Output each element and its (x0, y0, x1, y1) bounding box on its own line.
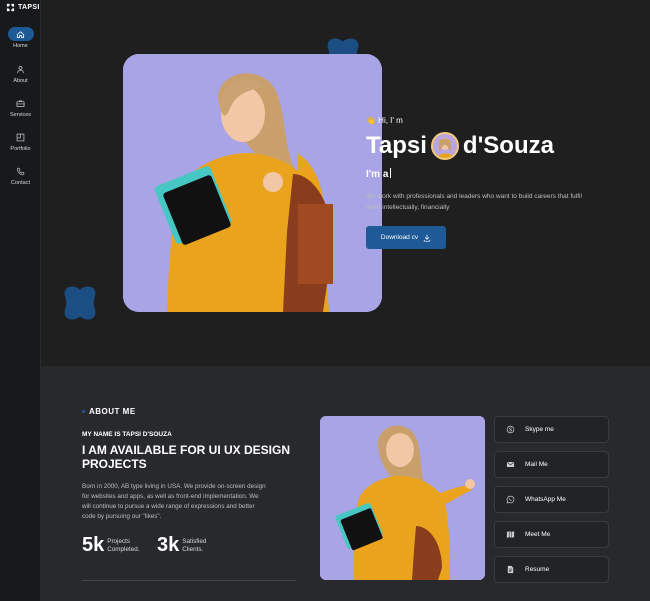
about-headline: I AM AVAILABLE FOR UI UX DESIGN PROJECTS (82, 443, 291, 471)
meet-label: Meet Me (525, 531, 551, 538)
logo-icon (6, 3, 15, 12)
briefcase-icon (8, 96, 34, 110)
hero-name-first: Tapsi (366, 132, 427, 159)
resume-button[interactable]: Resume (494, 556, 609, 583)
meet-button[interactable]: Meet Me (494, 521, 609, 548)
portfolio-icon (8, 130, 34, 144)
hero-section: 👋 Hi, I' m Tapsi d'Souza I'm a We work w… (41, 0, 650, 366)
sidebar-item-home[interactable]: Home (0, 27, 41, 49)
about-photo (320, 416, 485, 580)
whatsapp-button[interactable]: WhatsApp Me (494, 486, 609, 513)
sidebar-item-label: Portfolio (10, 146, 31, 152)
sidebar-item-label: Contact (11, 180, 30, 186)
stat-value: 3k (157, 534, 180, 556)
resume-label: Resume (525, 566, 550, 573)
about-section: ABOUT ME MY NAME IS TAPSI D'SOUZA I AM A… (41, 366, 650, 601)
skype-label: Skype me (525, 426, 554, 433)
sidebar-item-label: Services (9, 112, 32, 118)
hero-description: We work with professionals and leaders w… (366, 193, 582, 211)
about-tag-label: ABOUT ME (89, 407, 136, 416)
about-subtitle: MY NAME IS TAPSI D'SOUZA (82, 431, 172, 438)
stat-caption-line: Satisfied (182, 537, 207, 545)
download-cv-button[interactable]: Download cv (366, 226, 446, 249)
user-icon (8, 62, 34, 76)
phone-icon (8, 164, 34, 178)
stat-clients: 3k Satisfied Clients. (157, 534, 206, 557)
sidebar-item-label: Home (13, 43, 28, 49)
map-icon (506, 531, 515, 538)
hero-name-last: d'Souza (462, 132, 554, 159)
mail-icon (506, 461, 515, 468)
stat-caption-line: Completed. (107, 545, 140, 553)
download-icon (423, 234, 431, 242)
sidebar-item-about[interactable]: About (0, 62, 41, 84)
mail-label: Mail Me (525, 461, 548, 468)
brand-name: TAPSI (18, 4, 40, 11)
skype-icon (506, 425, 515, 434)
sidebar-item-portfolio[interactable]: Portfolio (0, 130, 41, 152)
sidebar-item-services[interactable]: Services (0, 96, 41, 118)
stat-caption: Projects Completed. (107, 538, 139, 554)
about-portrait-illustration (320, 416, 485, 580)
about-tag: ABOUT ME (82, 407, 136, 416)
stat-projects: 5k Projects Completed. (82, 534, 139, 557)
stat-caption-line: Projects (107, 537, 130, 545)
stat-caption-line: Clients. (182, 545, 204, 553)
skype-button[interactable]: Skype me (494, 416, 609, 443)
whatsapp-icon (506, 495, 515, 504)
typing-caret (390, 168, 392, 178)
hero-photo (123, 54, 382, 312)
document-icon (507, 565, 514, 574)
typing-headline: I'm a (366, 168, 392, 180)
whatsapp-label: WhatsApp Me (525, 496, 566, 503)
brand[interactable]: TAPSI (6, 3, 40, 12)
accent-dot (82, 410, 85, 413)
decorative-blob-bottom (64, 286, 96, 320)
stat-value: 5k (82, 534, 105, 556)
home-icon (7, 27, 34, 41)
hero-portrait-illustration (123, 54, 382, 312)
sidebar-item-contact[interactable]: Contact (0, 164, 41, 186)
about-divider (82, 580, 296, 581)
sidebar-item-label: About (13, 78, 28, 84)
stat-caption: Satisfied Clients. (182, 538, 206, 554)
about-text: Born in 2000, AB type living in USA. We … (82, 483, 266, 520)
download-cv-label: Download cv (380, 234, 419, 241)
sidebar: TAPSI Home About Services Portfolio Cont… (0, 0, 41, 601)
hero-name: Tapsi d'Souza (366, 132, 554, 160)
avatar (430, 132, 459, 160)
mail-button[interactable]: Mail Me (494, 451, 609, 478)
typing-prefix: I'm a (366, 169, 389, 180)
hero-greeting: 👋 Hi, I' m (366, 116, 403, 125)
